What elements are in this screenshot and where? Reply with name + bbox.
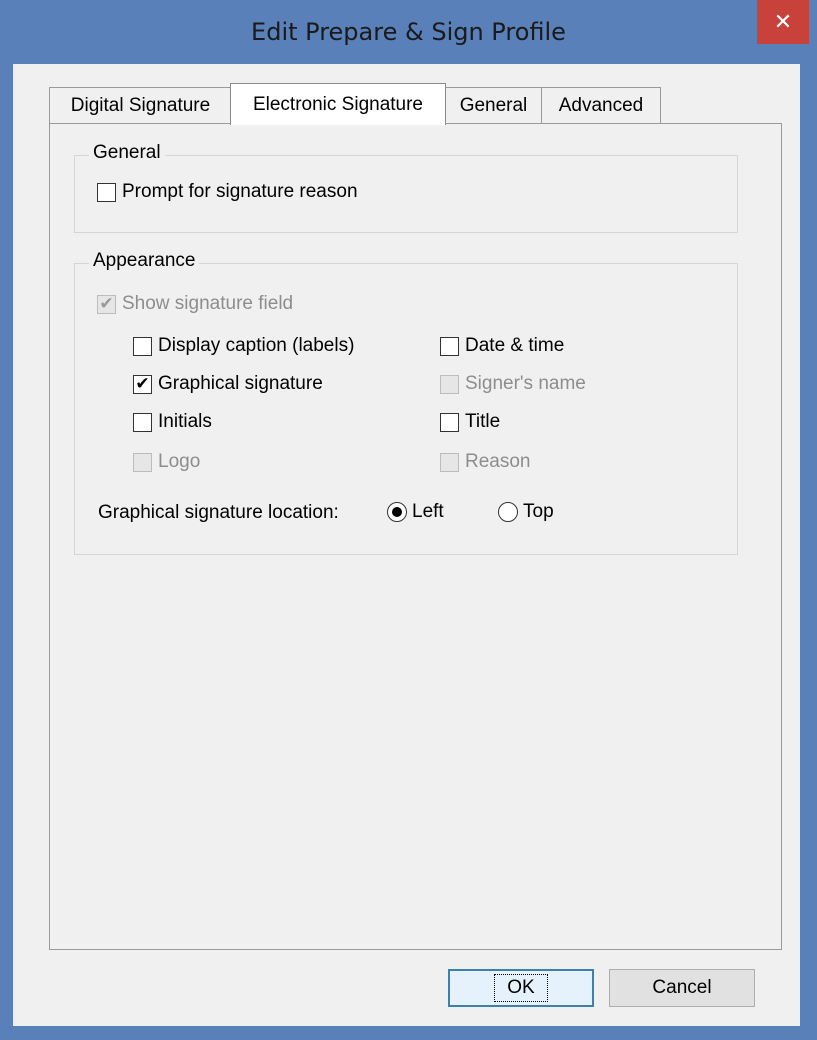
- date-time-label: Date & time: [465, 335, 565, 356]
- dialog-window: Edit Prepare & Sign Profile ✕ Digital Si…: [0, 0, 817, 1040]
- title-label: Title: [465, 411, 501, 432]
- display-caption-label: Display caption (labels): [158, 335, 355, 356]
- title-box[interactable]: [440, 412, 459, 432]
- location-left-radio[interactable]: Left: [387, 501, 444, 523]
- prompt-reason-label: Prompt for signature reason: [122, 181, 358, 202]
- ok-button-label: OK: [494, 974, 548, 1002]
- general-groupbox: General Prompt for signature reason: [74, 142, 738, 233]
- window-title: Edit Prepare & Sign Profile: [251, 18, 566, 46]
- title-checkbox[interactable]: Title: [440, 411, 500, 433]
- signers-name-box[interactable]: [440, 374, 459, 394]
- logo-checkbox[interactable]: Logo: [133, 451, 200, 473]
- radio-selected-dot: [392, 507, 402, 517]
- close-icon: ✕: [773, 9, 793, 35]
- logo-box[interactable]: [133, 452, 152, 472]
- show-signature-field-checkbox[interactable]: ✔ Show signature field: [97, 293, 293, 315]
- tab-electronic-signature[interactable]: Electronic Signature: [230, 83, 446, 125]
- cancel-button[interactable]: Cancel: [609, 969, 755, 1007]
- location-left-label: Left: [412, 501, 444, 522]
- reason-label: Reason: [465, 451, 531, 472]
- dialog-client-area: Digital Signature Electronic Signature G…: [13, 64, 800, 1026]
- logo-label: Logo: [158, 451, 201, 472]
- tab-panel-electronic-signature: General Prompt for signature reason Appe…: [49, 123, 782, 950]
- radio-circle[interactable]: [387, 502, 407, 522]
- date-time-checkbox[interactable]: Date & time: [440, 335, 564, 357]
- show-signature-field-label: Show signature field: [122, 293, 294, 314]
- checkmark-icon: ✔: [99, 293, 114, 314]
- signature-location-label: Graphical signature location:: [98, 502, 339, 523]
- initials-checkbox[interactable]: Initials: [133, 411, 212, 433]
- display-caption-checkbox[interactable]: Display caption (labels): [133, 335, 354, 357]
- graphical-signature-box[interactable]: ✔: [133, 373, 152, 394]
- display-caption-box[interactable]: [133, 336, 152, 356]
- tab-digital-signature[interactable]: Digital Signature: [49, 87, 232, 123]
- radio-circle[interactable]: [498, 502, 518, 522]
- general-group-title: General: [89, 142, 165, 164]
- date-time-box[interactable]: [440, 336, 459, 356]
- graphical-signature-label: Graphical signature: [158, 373, 323, 394]
- appearance-groupbox: Appearance ✔ Show signature field Displa…: [74, 250, 738, 555]
- checkmark-icon: ✔: [135, 373, 150, 394]
- reason-checkbox[interactable]: Reason: [440, 451, 531, 473]
- close-button[interactable]: ✕: [757, 0, 809, 44]
- appearance-group-title: Appearance: [89, 250, 200, 272]
- location-top-radio[interactable]: Top: [498, 501, 554, 523]
- location-top-label: Top: [523, 501, 554, 522]
- tab-general[interactable]: General: [444, 87, 543, 123]
- tab-advanced[interactable]: Advanced: [541, 87, 661, 123]
- signers-name-checkbox[interactable]: Signer's name: [440, 373, 586, 395]
- signers-name-label: Signer's name: [465, 373, 586, 394]
- ok-button[interactable]: OK: [448, 969, 594, 1007]
- prompt-reason-checkbox-box[interactable]: [97, 182, 116, 202]
- title-bar[interactable]: Edit Prepare & Sign Profile ✕: [0, 0, 817, 64]
- initials-label: Initials: [158, 411, 212, 432]
- show-signature-field-box[interactable]: ✔: [97, 293, 116, 314]
- graphical-signature-checkbox[interactable]: ✔ Graphical signature: [133, 373, 323, 395]
- initials-box[interactable]: [133, 412, 152, 432]
- reason-box[interactable]: [440, 452, 459, 472]
- prompt-reason-checkbox[interactable]: Prompt for signature reason: [97, 181, 358, 203]
